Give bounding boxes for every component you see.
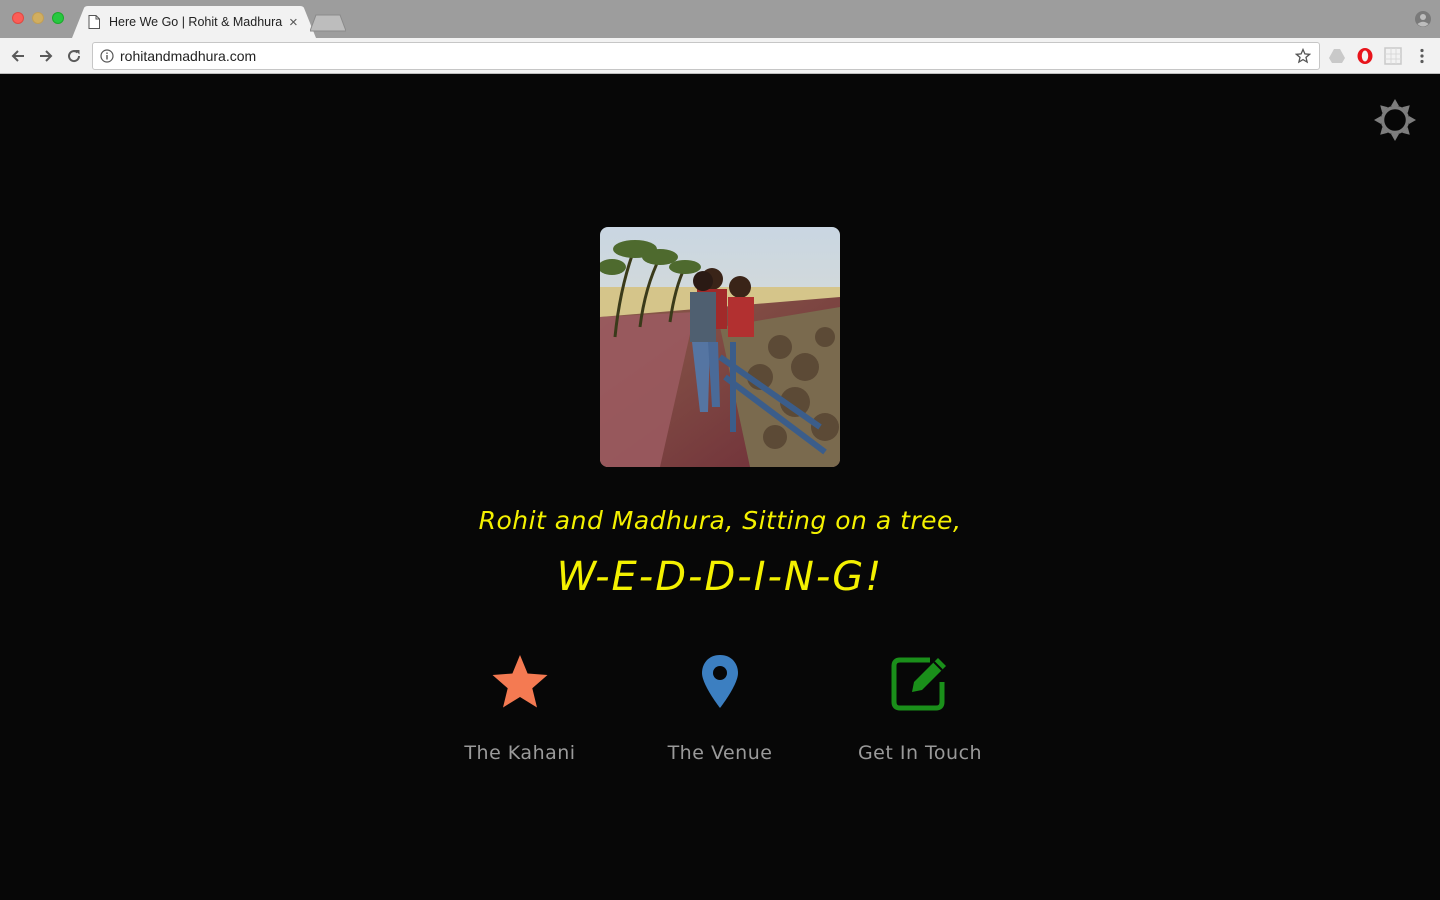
forward-button[interactable]: [36, 46, 56, 66]
arrow-right-icon: [40, 50, 53, 62]
browser-titlebar: Here We Go | Rohit & Madhura ×: [0, 0, 1440, 38]
tab-close-icon[interactable]: ×: [289, 15, 298, 30]
minimize-window-button[interactable]: [32, 12, 44, 24]
menu-kebab-icon[interactable]: [1413, 47, 1431, 65]
browser-toolbar: rohitandmadhura.com: [0, 38, 1440, 74]
nav-label-touch: Get In Touch: [857, 742, 983, 764]
wedding-subline: W-E-D-D-I-N-G!: [556, 554, 884, 600]
grid-extension-icon[interactable]: [1384, 47, 1402, 65]
url-text[interactable]: rohitandmadhura.com: [120, 48, 1295, 64]
headline: Rohit and Madhura, Sitting on a tree,: [478, 506, 962, 535]
nav-label-venue: The Venue: [667, 742, 773, 764]
document-icon: [88, 15, 100, 29]
sun-icon[interactable]: [1373, 98, 1417, 142]
tab-content: Here We Go | Rohit & Madhura ×: [88, 8, 302, 36]
profile-icon[interactable]: [1414, 10, 1432, 28]
reload-icon: [68, 50, 81, 63]
drive-extension-icon[interactable]: [1328, 47, 1346, 65]
reload-button[interactable]: [64, 46, 84, 66]
star-icon: [492, 655, 548, 708]
new-tab-button[interactable]: [310, 14, 346, 32]
couple-photo: [600, 227, 840, 467]
arrow-left-icon: [11, 50, 24, 62]
edit-icon: [891, 657, 946, 711]
page-content: Rohit and Madhura, Sitting on a tree, W-…: [0, 74, 1440, 900]
back-button[interactable]: [8, 46, 28, 66]
nav-the-kahani[interactable]: The Kahani: [420, 652, 620, 764]
tab-title: Here We Go | Rohit & Madhura: [109, 15, 283, 29]
address-bar[interactable]: rohitandmadhura.com: [92, 42, 1320, 70]
bookmark-star-icon[interactable]: [1295, 48, 1311, 64]
nav-get-in-touch[interactable]: Get In Touch: [820, 652, 1020, 764]
site-info-icon[interactable]: [100, 49, 114, 63]
opera-extension-icon[interactable]: [1356, 47, 1374, 65]
map-pin-icon: [702, 655, 738, 708]
nav-label-kahani: The Kahani: [464, 742, 576, 764]
close-window-button[interactable]: [12, 12, 24, 24]
zoom-window-button[interactable]: [52, 12, 64, 24]
nav-the-venue[interactable]: The Venue: [620, 652, 820, 764]
